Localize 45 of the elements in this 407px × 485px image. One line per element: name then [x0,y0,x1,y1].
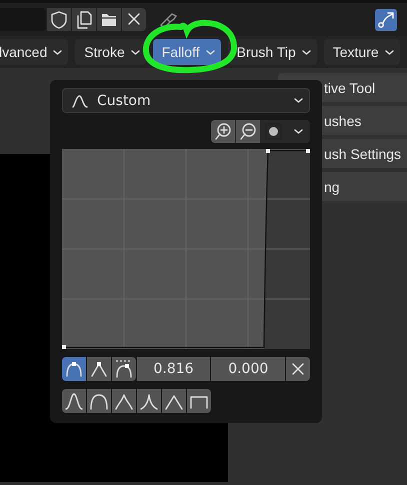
close-button[interactable] [122,8,146,31]
chevron-icon [53,50,62,54]
close-icon [291,362,306,376]
handle-type-button[interactable] [112,357,136,381]
preset-dropdown[interactable]: Custom [62,88,310,113]
chevron-icon [206,50,215,54]
x-value-field[interactable]: 0.816 [136,357,210,381]
shield-button[interactable] [47,8,71,31]
tool-button[interactable] [375,8,397,30]
curve-shape-icon [71,92,89,108]
panel-tab[interactable]: lvanced [0,39,68,65]
smooth-preset-button[interactable] [62,389,86,413]
round-preset-button[interactable] [87,389,111,413]
panel-tab[interactable]: Falloff [152,39,221,65]
smooth-curve-icon [64,391,84,411]
folder-button[interactable] [97,8,121,31]
clamped-handle-icon [114,359,134,379]
name-field[interactable] [0,8,46,31]
chevron-icon [294,98,303,103]
linear-preset-button[interactable] [162,389,186,413]
chevron-icon [130,50,140,54]
zoom-in-button[interactable] [211,120,235,143]
panel-tab[interactable]: Brush Tip [228,39,317,65]
copy-button[interactable] [72,8,96,31]
copy-icon [75,10,93,30]
zoom-in-icon [214,122,232,141]
handle-type-button[interactable] [62,357,86,381]
brush-icon [158,10,178,28]
chevron-icon [302,50,311,54]
handle-type-button[interactable] [86,357,111,381]
sharp-preset-button[interactable] [137,389,161,413]
shield-icon [50,10,68,30]
y-value-field[interactable]: 0.000 [211,357,286,381]
curve-tool-icon [376,10,396,30]
chevron-icon [294,129,302,134]
constant-preset-button[interactable] [187,389,211,413]
zoom-out-button[interactable] [236,120,260,143]
panel-tab[interactable]: Stroke [75,39,146,65]
root-preset-button[interactable] [112,389,136,413]
delete-point-button[interactable] [286,357,310,381]
chevron-icon [384,50,394,54]
vector-handle-icon [88,359,109,379]
auto-handle-icon [64,359,84,379]
zoom-out-icon [238,122,258,141]
panel-tab[interactable]: Texture [324,39,400,65]
